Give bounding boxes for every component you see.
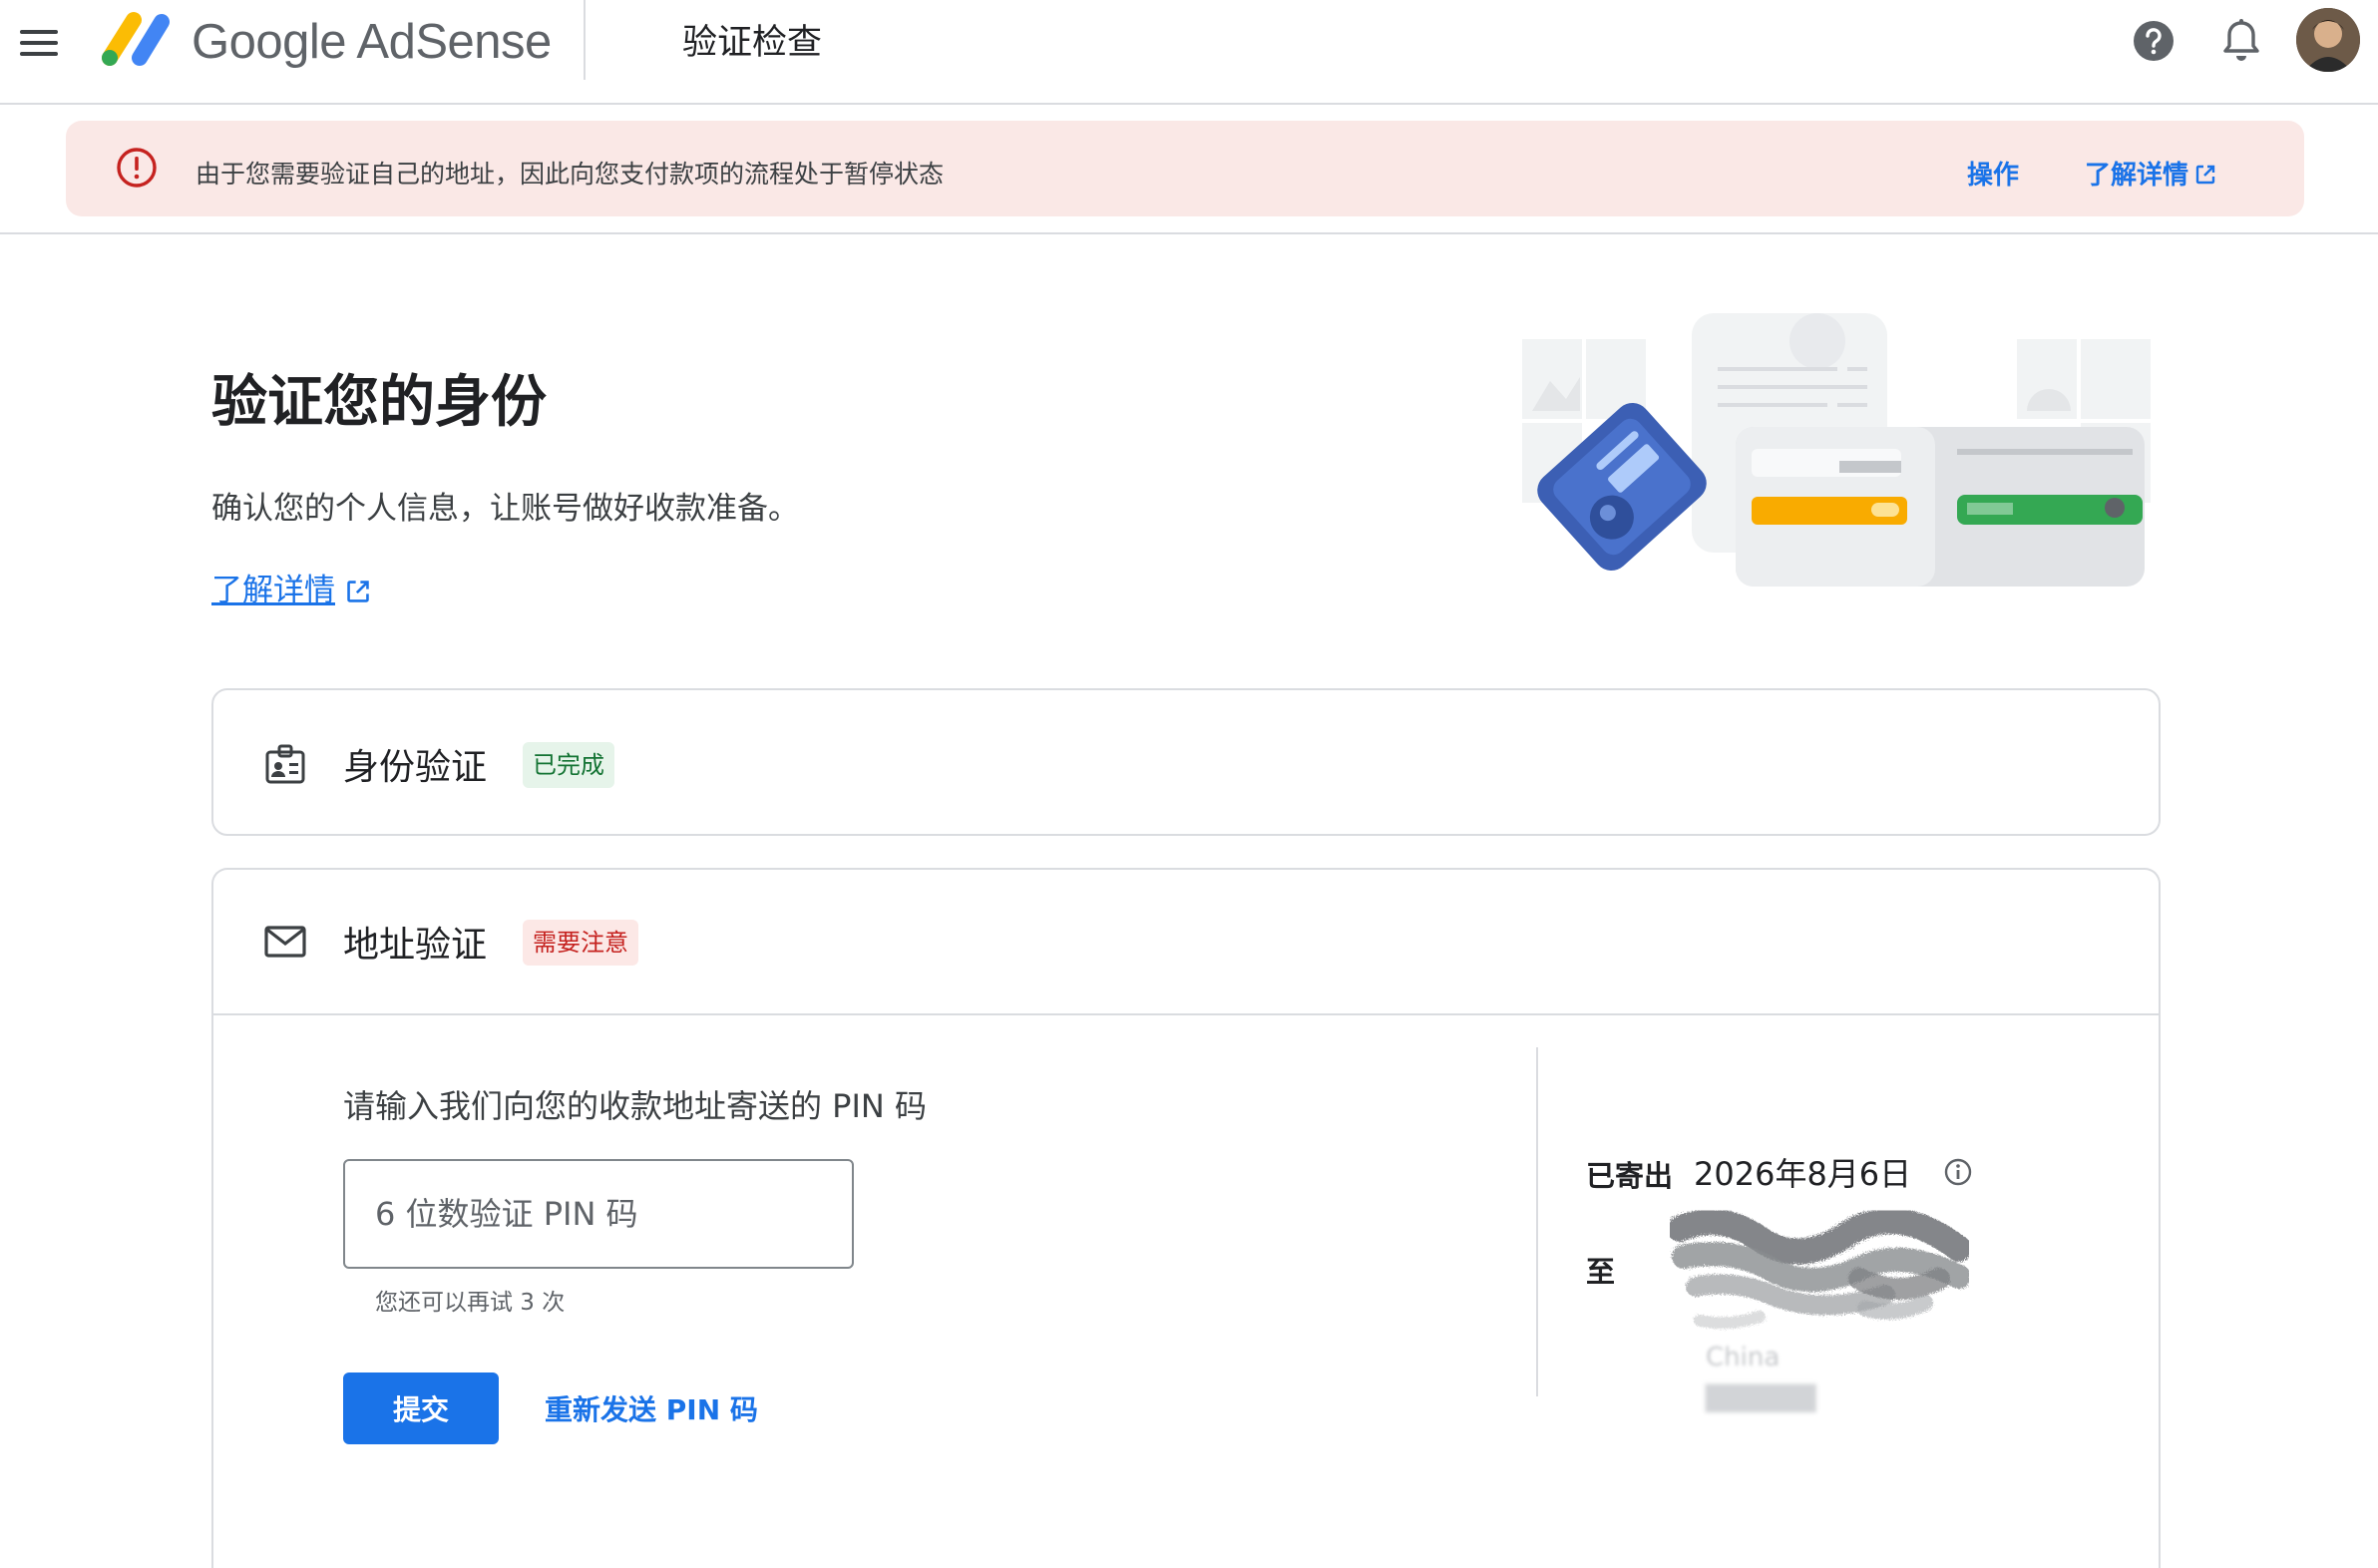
- pin-prompt: 请输入我们向您的收款地址寄送的 PIN 码: [343, 1087, 928, 1125]
- hero-learn-more-link[interactable]: 了解详情: [211, 565, 371, 609]
- address-country: China: [1706, 1343, 1781, 1372]
- submit-button[interactable]: 提交: [343, 1372, 499, 1444]
- alert-message: 由于您需要验证自己的地址，因此向您支付款项的流程处于暂停状态: [196, 160, 945, 189]
- alert-learn-more-label: 了解详情: [2085, 161, 2189, 191]
- identity-verification-card[interactable]: 身份验证 已完成: [211, 688, 2161, 836]
- avatar[interactable]: [2296, 8, 2360, 72]
- address-postcode-redacted: ██████: [1706, 1384, 1816, 1412]
- address-status-badge: 需要注意: [523, 920, 638, 966]
- identity-card-title: 身份验证: [343, 747, 488, 788]
- info-icon[interactable]: [1943, 1157, 1973, 1187]
- retry-hint: 您还可以再试 3 次: [375, 1290, 566, 1316]
- address-card-title: 地址验证: [343, 925, 488, 966]
- pin-input[interactable]: [343, 1159, 854, 1269]
- identity-status-badge: 已完成: [523, 742, 614, 788]
- alert-area: 由于您需要验证自己的地址，因此向您支付款项的流程处于暂停状态 操作 了解详情: [0, 105, 2378, 234]
- header-divider: [584, 0, 586, 80]
- app-bar: Google AdSense 验证检查: [0, 0, 2378, 105]
- alert-learn-more-link[interactable]: 了解详情: [2085, 155, 2216, 192]
- external-link-icon: [2195, 165, 2215, 185]
- resend-pin-button[interactable]: 重新发送 PIN 码: [545, 1388, 758, 1428]
- verification-illustration: [1522, 313, 2151, 587]
- help-icon[interactable]: [2133, 20, 2175, 62]
- external-link-icon: [347, 581, 369, 602]
- card-divider: [213, 1013, 2159, 1015]
- bell-icon[interactable]: [2220, 18, 2262, 64]
- brand-name[interactable]: Google AdSense: [192, 14, 552, 70]
- hero-subtitle: 确认您的个人信息，让账号做好收款准备。: [211, 491, 799, 527]
- alert-action-button[interactable]: 操作: [1967, 155, 2019, 192]
- address-verification-card: 地址验证 需要注意 请输入我们向您的收款地址寄送的 PIN 码 您还可以再试 3…: [211, 868, 2161, 1568]
- hero-title: 验证您的身份: [211, 370, 547, 435]
- sent-label: 已寄出: [1586, 1159, 1674, 1193]
- adsense-logo-icon[interactable]: [100, 8, 172, 68]
- id-badge-icon: [265, 744, 305, 784]
- error-circle-icon: [117, 148, 157, 188]
- menu-icon[interactable]: [18, 22, 60, 64]
- redacted-address: China ██████: [1670, 1209, 1969, 1428]
- mail-icon: [264, 926, 306, 958]
- vertical-divider: [1536, 1047, 1538, 1396]
- hero-learn-more-label: 了解详情: [211, 573, 335, 608]
- page-heading: 验证检查: [682, 23, 823, 63]
- to-label: 至: [1586, 1255, 1616, 1289]
- payment-hold-alert: 由于您需要验证自己的地址，因此向您支付款项的流程处于暂停状态 操作 了解详情: [66, 121, 2304, 216]
- sent-date: 2026年8月6日: [1694, 1155, 1912, 1193]
